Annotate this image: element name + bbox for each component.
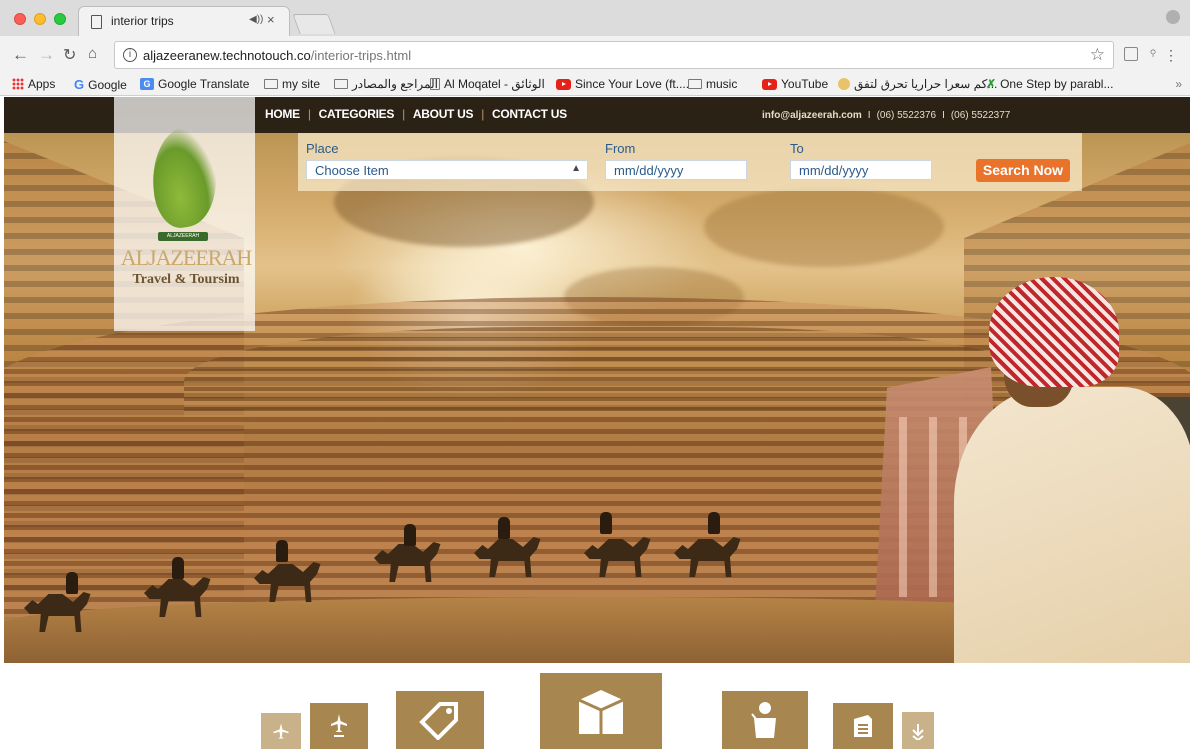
bookmark-my-site[interactable]: my site — [264, 77, 320, 91]
bookmark-references[interactable]: المراجع والمصادر — [334, 77, 438, 91]
to-label: To — [790, 141, 804, 156]
select-caret-icon: ▲ — [571, 163, 581, 174]
category-flights[interactable] — [310, 703, 368, 749]
page-icon — [91, 15, 102, 29]
home-icon[interactable]: ⌂ — [88, 45, 97, 62]
forward-icon[interactable]: → — [38, 45, 55, 65]
address-bar[interactable]: i aljazeeranew.technotouch.co/interior-t… — [114, 41, 1114, 69]
from-date-field[interactable]: mm/dd/yyyy — [605, 160, 747, 180]
browser-toolbar: ← → ↻ ⌂ i aljazeeranew.technotouch.co/in… — [0, 36, 1190, 74]
bookmark-one-step[interactable]: ✗ One Step by parabl... — [986, 77, 1113, 91]
keffiyeh — [989, 277, 1119, 387]
folder-icon — [688, 79, 702, 89]
main-navigation: HOME | CATEGORIES | ABOUT US | CONTACT US — [265, 107, 567, 121]
bookmark-music[interactable]: music — [688, 77, 737, 91]
contact-info: info@aljazeerah.com I (06) 5522376 I (06) … — [762, 110, 1011, 121]
plane-icon — [273, 723, 289, 739]
apps-grid-icon — [12, 78, 24, 90]
search-panel: Place Choose Item ▲ From mm/dd/yyyy To m… — [298, 133, 1082, 191]
category-documents[interactable] — [833, 703, 893, 749]
tab-title: interior trips — [111, 14, 174, 28]
bookmark-google-translate[interactable]: G Google Translate — [140, 77, 249, 91]
google-icon: G — [74, 77, 85, 92]
site-icon: ✗ — [986, 77, 997, 91]
google-translate-icon: G — [140, 78, 154, 90]
bookmark-apps[interactable]: Apps — [12, 77, 55, 91]
bookmark-google[interactable]: G Google — [74, 77, 127, 92]
traveler-image — [934, 277, 1190, 663]
logo-badge: ALJAZEERAH — [158, 232, 208, 241]
tag-icon — [419, 702, 458, 740]
url-path: /interior-trips.html — [310, 48, 412, 63]
nav-home[interactable]: HOME — [265, 107, 300, 121]
from-label: From — [605, 141, 636, 156]
url-host: aljazeeranew.technotouch.co — [143, 48, 311, 63]
bookmark-star-icon[interactable]: ☆ — [1090, 45, 1105, 65]
category-tour-guide[interactable] — [722, 691, 808, 749]
audio-icon[interactable]: ◀)) — [249, 14, 263, 25]
kaaba-icon — [578, 690, 624, 734]
arrow-down-icon — [912, 723, 924, 740]
contact-email[interactable]: info@aljazeerah.com — [762, 110, 862, 121]
document-icon — [854, 715, 872, 737]
reload-icon[interactable]: ↻ — [63, 45, 76, 65]
back-icon[interactable]: ← — [12, 45, 29, 65]
browser-tabstrip: interior trips ◀)) × — [0, 0, 1190, 36]
folder-icon — [334, 79, 348, 89]
close-tab-icon[interactable]: × — [267, 12, 275, 27]
nav-contact-us[interactable]: CONTACT US — [492, 107, 567, 121]
bookmark-calories[interactable]: كم سعرا حراريا تحرق لتفق... — [838, 77, 997, 91]
minimize-window-button[interactable] — [34, 13, 46, 25]
bookmarks-overflow-icon[interactable]: » — [1175, 77, 1182, 91]
search-now-button[interactable]: Search Now — [976, 159, 1070, 182]
profile-icon[interactable] — [1166, 10, 1180, 24]
extension-icon[interactable] — [1124, 47, 1138, 61]
bookmark-al-moqatel[interactable]: Al Moqatel - الوثائق — [430, 77, 545, 91]
zoom-window-button[interactable] — [54, 13, 66, 25]
bookmarks-bar: Apps G Google G Google Translate my site ا… — [0, 74, 1190, 96]
category-plane[interactable] — [261, 713, 301, 749]
flight-badge-icon — [331, 714, 347, 737]
close-window-button[interactable] — [14, 13, 26, 25]
logo-tagline: Travel & Toursim — [132, 272, 240, 287]
place-select[interactable]: Choose Item ▲ — [306, 160, 588, 180]
menu-icon[interactable]: ⋮ — [1164, 47, 1178, 64]
site-logo[interactable]: ALJAZEERAH ALJAZEERAH Travel & Toursim — [114, 97, 255, 331]
category-offers[interactable] — [396, 691, 484, 749]
tour-guide-icon — [751, 702, 776, 738]
page-icon — [430, 78, 440, 90]
youtube-icon — [556, 78, 571, 90]
to-date-field[interactable]: mm/dd/yyyy — [790, 160, 932, 180]
search-extension-icon[interactable]: ⚲ — [1146, 47, 1160, 61]
browser-tab[interactable]: interior trips ◀)) × — [78, 6, 290, 36]
youtube-icon — [762, 78, 777, 90]
new-tab-button[interactable] — [292, 14, 336, 34]
site-icon — [838, 78, 850, 90]
category-more[interactable] — [902, 712, 934, 749]
nav-categories[interactable]: CATEGORIES — [319, 107, 395, 121]
logo-name: ALJAZEERAH — [120, 245, 253, 270]
contact-phone-1: (06) 5522376 — [876, 110, 937, 121]
bookmark-youtube[interactable]: YouTube — [762, 77, 828, 91]
contact-phone-2: (06) 5522377 — [950, 110, 1011, 121]
info-icon[interactable]: i — [123, 48, 137, 62]
place-label: Place — [306, 141, 339, 156]
bookmark-since-your-love[interactable]: Since Your Love (ft.... — [556, 77, 689, 91]
web-page: HOME | CATEGORIES | ABOUT US | CONTACT US i… — [4, 97, 1190, 749]
folder-icon — [264, 79, 278, 89]
category-hajj-umrah[interactable] — [540, 673, 662, 749]
logo-leaf-icon — [145, 123, 223, 231]
nav-about-us[interactable]: ABOUT US — [413, 107, 474, 121]
